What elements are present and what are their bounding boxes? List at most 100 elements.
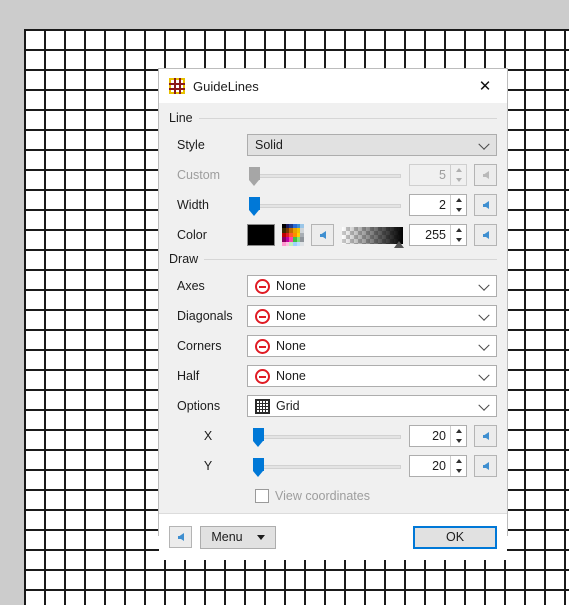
label-style: Style — [177, 138, 205, 152]
width-value: 2 — [439, 198, 446, 212]
axes-combobox[interactable]: None — [247, 275, 497, 297]
spinner-up[interactable] — [451, 225, 466, 235]
x-value: 20 — [432, 429, 446, 443]
style-combobox[interactable]: Solid — [247, 134, 497, 156]
reset-arrow-icon — [482, 171, 489, 179]
caret-down-icon — [256, 534, 265, 540]
spinner-arrows[interactable] — [450, 195, 466, 215]
group-line-header: Line — [169, 111, 497, 125]
label-axes: Axes — [177, 279, 205, 293]
width-slider[interactable] — [247, 194, 403, 216]
divider — [198, 117, 497, 119]
slider-track — [255, 465, 401, 469]
alpha-marker[interactable] — [394, 240, 404, 248]
group-draw-label: Draw — [169, 252, 199, 266]
label-x: X — [203, 429, 213, 443]
reset-arrow-icon — [482, 231, 489, 239]
spinner-up[interactable] — [451, 426, 466, 436]
slider-handle[interactable] — [249, 197, 260, 216]
color-palette-icon[interactable] — [282, 224, 304, 246]
none-circle-icon — [255, 308, 270, 324]
spinner-down[interactable] — [451, 466, 466, 476]
chevron-down-icon — [478, 309, 490, 321]
grid-icon — [255, 398, 270, 414]
close-icon[interactable]: ✕ — [463, 69, 507, 103]
row-custom: Custom 5 — [169, 160, 497, 190]
group-draw-header: Draw — [169, 252, 497, 266]
reset-arrow-icon — [177, 533, 184, 541]
dialog-body: Line Style Solid Custom 5 Width 2 Color … — [159, 103, 507, 513]
alpha-spinner[interactable]: 255 — [409, 224, 467, 246]
corners-combobox[interactable]: None — [247, 335, 497, 357]
row-y: Y 20 — [169, 451, 497, 481]
spinner-down[interactable] — [451, 205, 466, 215]
reset-arrow-icon — [482, 432, 489, 440]
diagonals-combobox[interactable]: None — [247, 305, 497, 327]
slider-handle[interactable] — [253, 428, 264, 447]
y-reset-button[interactable] — [474, 455, 497, 477]
options-value: Grid — [276, 399, 300, 413]
x-reset-button[interactable] — [474, 425, 497, 447]
label-color: Color — [177, 228, 207, 242]
chevron-down-icon — [478, 279, 490, 291]
spinner-up — [451, 165, 466, 175]
style-value: Solid — [255, 138, 283, 152]
x-slider[interactable] — [247, 425, 403, 447]
x-spinner[interactable]: 20 — [409, 425, 467, 447]
half-value: None — [276, 369, 306, 383]
spinner-down — [451, 175, 466, 185]
ok-button[interactable]: OK — [413, 525, 497, 549]
spinner-down[interactable] — [451, 436, 466, 446]
alpha-value: 255 — [425, 228, 446, 242]
view-coordinates-checkbox[interactable] — [255, 489, 269, 503]
footer-reset-button[interactable] — [169, 526, 192, 548]
y-spinner[interactable]: 20 — [409, 455, 467, 477]
y-value: 20 — [432, 459, 446, 473]
spinner-arrows[interactable] — [450, 426, 466, 446]
spinner-arrows[interactable] — [450, 225, 466, 245]
dialog-title: GuideLines — [193, 78, 259, 94]
slider-track — [255, 174, 401, 178]
half-combobox[interactable]: None — [247, 365, 497, 387]
alpha-gradient-slider[interactable] — [342, 226, 404, 248]
row-diagonals: Diagonals None — [169, 301, 497, 331]
spinner-up[interactable] — [451, 456, 466, 466]
grid-frame-icon — [169, 78, 185, 94]
dialog-titlebar[interactable]: GuideLines ✕ — [159, 69, 507, 103]
y-slider[interactable] — [247, 455, 403, 477]
spinner-arrows[interactable] — [450, 456, 466, 476]
menu-button[interactable]: Menu — [200, 525, 276, 549]
spinner-down[interactable] — [451, 235, 466, 245]
color-reset-button[interactable] — [311, 224, 334, 246]
spinner-arrows — [450, 165, 466, 185]
alpha-reset-button[interactable] — [474, 224, 497, 246]
chevron-down-icon — [478, 369, 490, 381]
width-spinner[interactable]: 2 — [409, 194, 467, 216]
slider-track — [255, 435, 401, 439]
row-options: Options Grid — [169, 391, 497, 421]
spinner-up[interactable] — [451, 195, 466, 205]
dialog-footer: Menu OK — [159, 513, 507, 560]
chevron-down-icon — [478, 339, 490, 351]
guidelines-dialog: GuideLines ✕ Line Style Solid Custom 5 W… — [158, 68, 508, 560]
options-combobox[interactable]: Grid — [247, 395, 497, 417]
custom-slider — [247, 164, 403, 186]
row-x: X 20 — [169, 421, 497, 451]
label-corners: Corners — [177, 339, 222, 353]
label-custom: Custom — [177, 168, 221, 182]
divider — [204, 258, 497, 260]
slider-handle[interactable] — [253, 458, 264, 477]
width-reset-button[interactable] — [474, 194, 497, 216]
diagonals-value: None — [276, 309, 306, 323]
custom-value: 5 — [439, 168, 446, 182]
none-circle-icon — [255, 368, 270, 384]
color-swatch[interactable] — [247, 224, 275, 246]
row-view-coordinates: View coordinates — [169, 481, 497, 511]
row-width: Width 2 — [169, 190, 497, 220]
palette-swatch[interactable] — [300, 241, 304, 246]
group-line: Line Style Solid Custom 5 Width 2 Color … — [169, 111, 497, 250]
group-draw: Draw Axes None Diagonals None Corners No… — [169, 252, 497, 511]
row-axes: Axes None — [169, 271, 497, 301]
slider-handle — [249, 167, 260, 186]
chevron-down-icon — [478, 138, 490, 150]
